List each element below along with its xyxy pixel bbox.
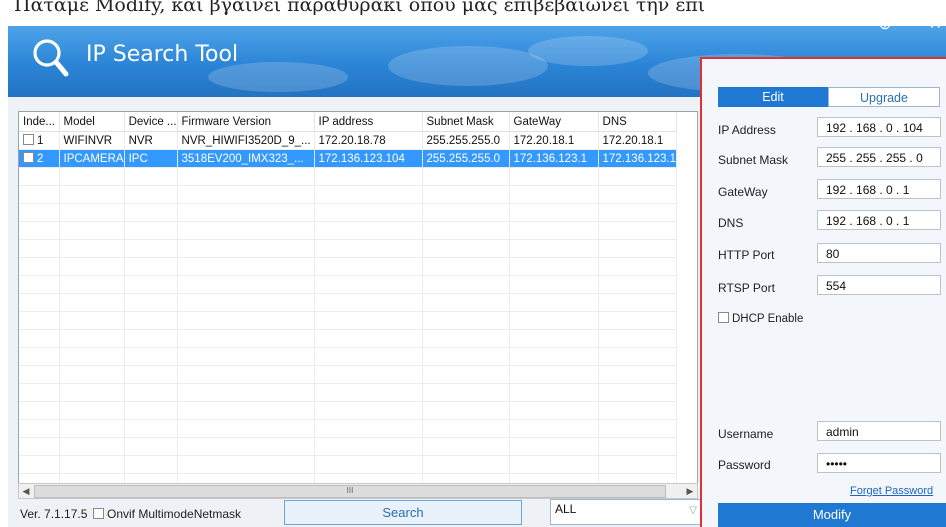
col-header-mask[interactable]: Subnet Mask bbox=[422, 112, 510, 132]
onvif-option[interactable]: Onvif MultimodeNetmask bbox=[93, 507, 241, 521]
empty-row bbox=[19, 275, 678, 294]
search-button[interactable]: Search bbox=[284, 500, 522, 525]
window-controls: ⊕ – ✕ bbox=[878, 26, 942, 34]
dhcp-checkbox[interactable] bbox=[718, 312, 729, 323]
bottom-bar: Ver. 7.1.17.5 Onvif MultimodeNetmask Sea… bbox=[8, 498, 708, 527]
subnet-mask-field[interactable]: 255 . 255 . 255 . 0 bbox=[817, 147, 941, 167]
table-row-selected[interactable]: 2 IPCAMERA IPC 3518EV200_IMX323_... 172.… bbox=[19, 149, 678, 168]
dhcp-label: DHCP Enable bbox=[732, 313, 804, 325]
add-icon[interactable]: ⊕ bbox=[878, 26, 891, 34]
cell-dns: 172.20.18.1 bbox=[598, 131, 678, 150]
http-port-field[interactable]: 80 bbox=[817, 243, 941, 263]
empty-row bbox=[19, 203, 678, 222]
username-field[interactable]: admin bbox=[817, 421, 941, 441]
modify-button[interactable]: Modify bbox=[718, 503, 946, 527]
empty-row bbox=[19, 293, 678, 312]
caption-text: Πατάμε Modify, και βγαίνει παράθυράκι όπ… bbox=[14, 0, 706, 16]
cell-device: IPC bbox=[124, 149, 178, 168]
panel-tabs: Edit Upgrade bbox=[718, 87, 940, 107]
scroll-left-icon[interactable]: ◀ bbox=[19, 484, 33, 498]
horizontal-scrollbar[interactable]: ◀ III ▶ bbox=[18, 483, 698, 499]
col-header-dns[interactable]: DNS bbox=[598, 112, 678, 132]
col-header-firmware[interactable]: Firmware Version bbox=[177, 112, 315, 132]
chevron-down-icon: ▽ bbox=[689, 505, 697, 516]
cell-model: IPCAMERA bbox=[59, 149, 125, 168]
empty-row bbox=[19, 401, 678, 420]
empty-row bbox=[19, 239, 678, 258]
empty-row bbox=[19, 257, 678, 276]
onvif-checkbox[interactable] bbox=[93, 508, 104, 519]
scroll-right-icon[interactable]: ▶ bbox=[683, 484, 697, 498]
cell-index: 2 bbox=[19, 149, 60, 168]
empty-row bbox=[19, 347, 678, 366]
cell-gateway: 172.20.18.1 bbox=[509, 131, 599, 150]
empty-row bbox=[19, 185, 678, 204]
col-header-index[interactable]: Inde... bbox=[19, 112, 60, 132]
gateway-field[interactable]: 192 . 168 . 0 . 1 bbox=[817, 179, 941, 199]
table-row[interactable]: 1 WIFINVR NVR NVR_HIWIFI3520D_9_... 172.… bbox=[19, 131, 678, 150]
http-port-label: HTTP Port bbox=[718, 248, 775, 262]
rtsp-port-label: RTSP Port bbox=[718, 281, 775, 295]
col-header-device[interactable]: Device ... bbox=[124, 112, 178, 132]
empty-row bbox=[19, 329, 678, 348]
cell-mask: 255.255.255.0 bbox=[422, 149, 510, 168]
scrollbar-thumb[interactable]: III bbox=[34, 485, 666, 498]
cell-firmware: 3518EV200_IMX323_... bbox=[177, 149, 315, 168]
tab-edit[interactable]: Edit bbox=[718, 87, 828, 107]
dhcp-option[interactable]: DHCP Enable bbox=[718, 312, 803, 325]
cell-gateway: 172.136.123.1 bbox=[509, 149, 599, 168]
username-label: Username bbox=[718, 427, 774, 441]
device-list-area: Inde... Model Device ... Firmware Versio… bbox=[8, 97, 708, 527]
app-title: IP Search Tool bbox=[86, 42, 239, 67]
cell-index: 1 bbox=[19, 131, 60, 150]
onvif-label: Onvif MultimodeNetmask bbox=[107, 507, 242, 521]
filter-value: ALL bbox=[555, 502, 577, 516]
edit-panel: Edit Upgrade IP Address 192 . 168 . 0 . … bbox=[700, 57, 946, 527]
ip-address-label: IP Address bbox=[718, 123, 776, 137]
empty-row bbox=[19, 311, 678, 330]
ip-address-field[interactable]: 192 . 168 . 0 . 104 bbox=[817, 117, 941, 137]
forget-password-link[interactable]: Forget Password bbox=[850, 485, 933, 497]
table-header-row: Inde... Model Device ... Firmware Versio… bbox=[19, 112, 678, 132]
cell-dns: 172.136.123.1 bbox=[598, 149, 678, 168]
empty-row bbox=[19, 455, 678, 474]
empty-row bbox=[19, 383, 678, 402]
tab-upgrade[interactable]: Upgrade bbox=[828, 87, 940, 107]
empty-row bbox=[19, 365, 678, 384]
close-icon[interactable]: ✕ bbox=[929, 26, 942, 34]
cell-device: NVR bbox=[124, 131, 178, 150]
rtsp-port-field[interactable]: 554 bbox=[817, 275, 941, 295]
cell-firmware: NVR_HIWIFI3520D_9_... bbox=[177, 131, 315, 150]
gateway-label: GateWay bbox=[718, 185, 768, 199]
minimize-icon[interactable]: – bbox=[906, 26, 915, 34]
row-checkbox[interactable] bbox=[23, 134, 34, 145]
empty-row bbox=[19, 419, 678, 438]
col-header-gateway[interactable]: GateWay bbox=[509, 112, 599, 132]
col-header-model[interactable]: Model bbox=[59, 112, 125, 132]
device-filter-select[interactable]: ALL ▽ bbox=[550, 499, 702, 525]
row-checkbox[interactable] bbox=[23, 152, 34, 163]
search-icon bbox=[33, 39, 69, 77]
version-text: Ver. 7.1.17.5 bbox=[20, 507, 88, 521]
empty-row bbox=[19, 221, 678, 240]
device-table: Inde... Model Device ... Firmware Versio… bbox=[18, 111, 698, 488]
subnet-mask-label: Subnet Mask bbox=[718, 153, 789, 167]
col-header-ip[interactable]: IP address bbox=[314, 112, 423, 132]
dns-field[interactable]: 192 . 168 . 0 . 1 bbox=[817, 210, 941, 230]
password-label: Password bbox=[718, 458, 771, 472]
dns-label: DNS bbox=[718, 216, 744, 230]
cell-model: WIFINVR bbox=[59, 131, 125, 150]
cell-ip: 172.20.18.78 bbox=[314, 131, 423, 150]
cell-mask: 255.255.255.0 bbox=[422, 131, 510, 150]
password-field[interactable]: ••••• bbox=[817, 453, 941, 473]
cell-ip: 172.136.123.104 bbox=[314, 149, 423, 168]
cell-index-text: 1 bbox=[37, 135, 44, 147]
caption-text-area: Πατάμε Modify, και βγαίνει παράθυράκι όπ… bbox=[0, 0, 946, 28]
cell-index-text: 2 bbox=[37, 153, 44, 165]
empty-row bbox=[19, 167, 678, 186]
empty-row bbox=[19, 437, 678, 456]
